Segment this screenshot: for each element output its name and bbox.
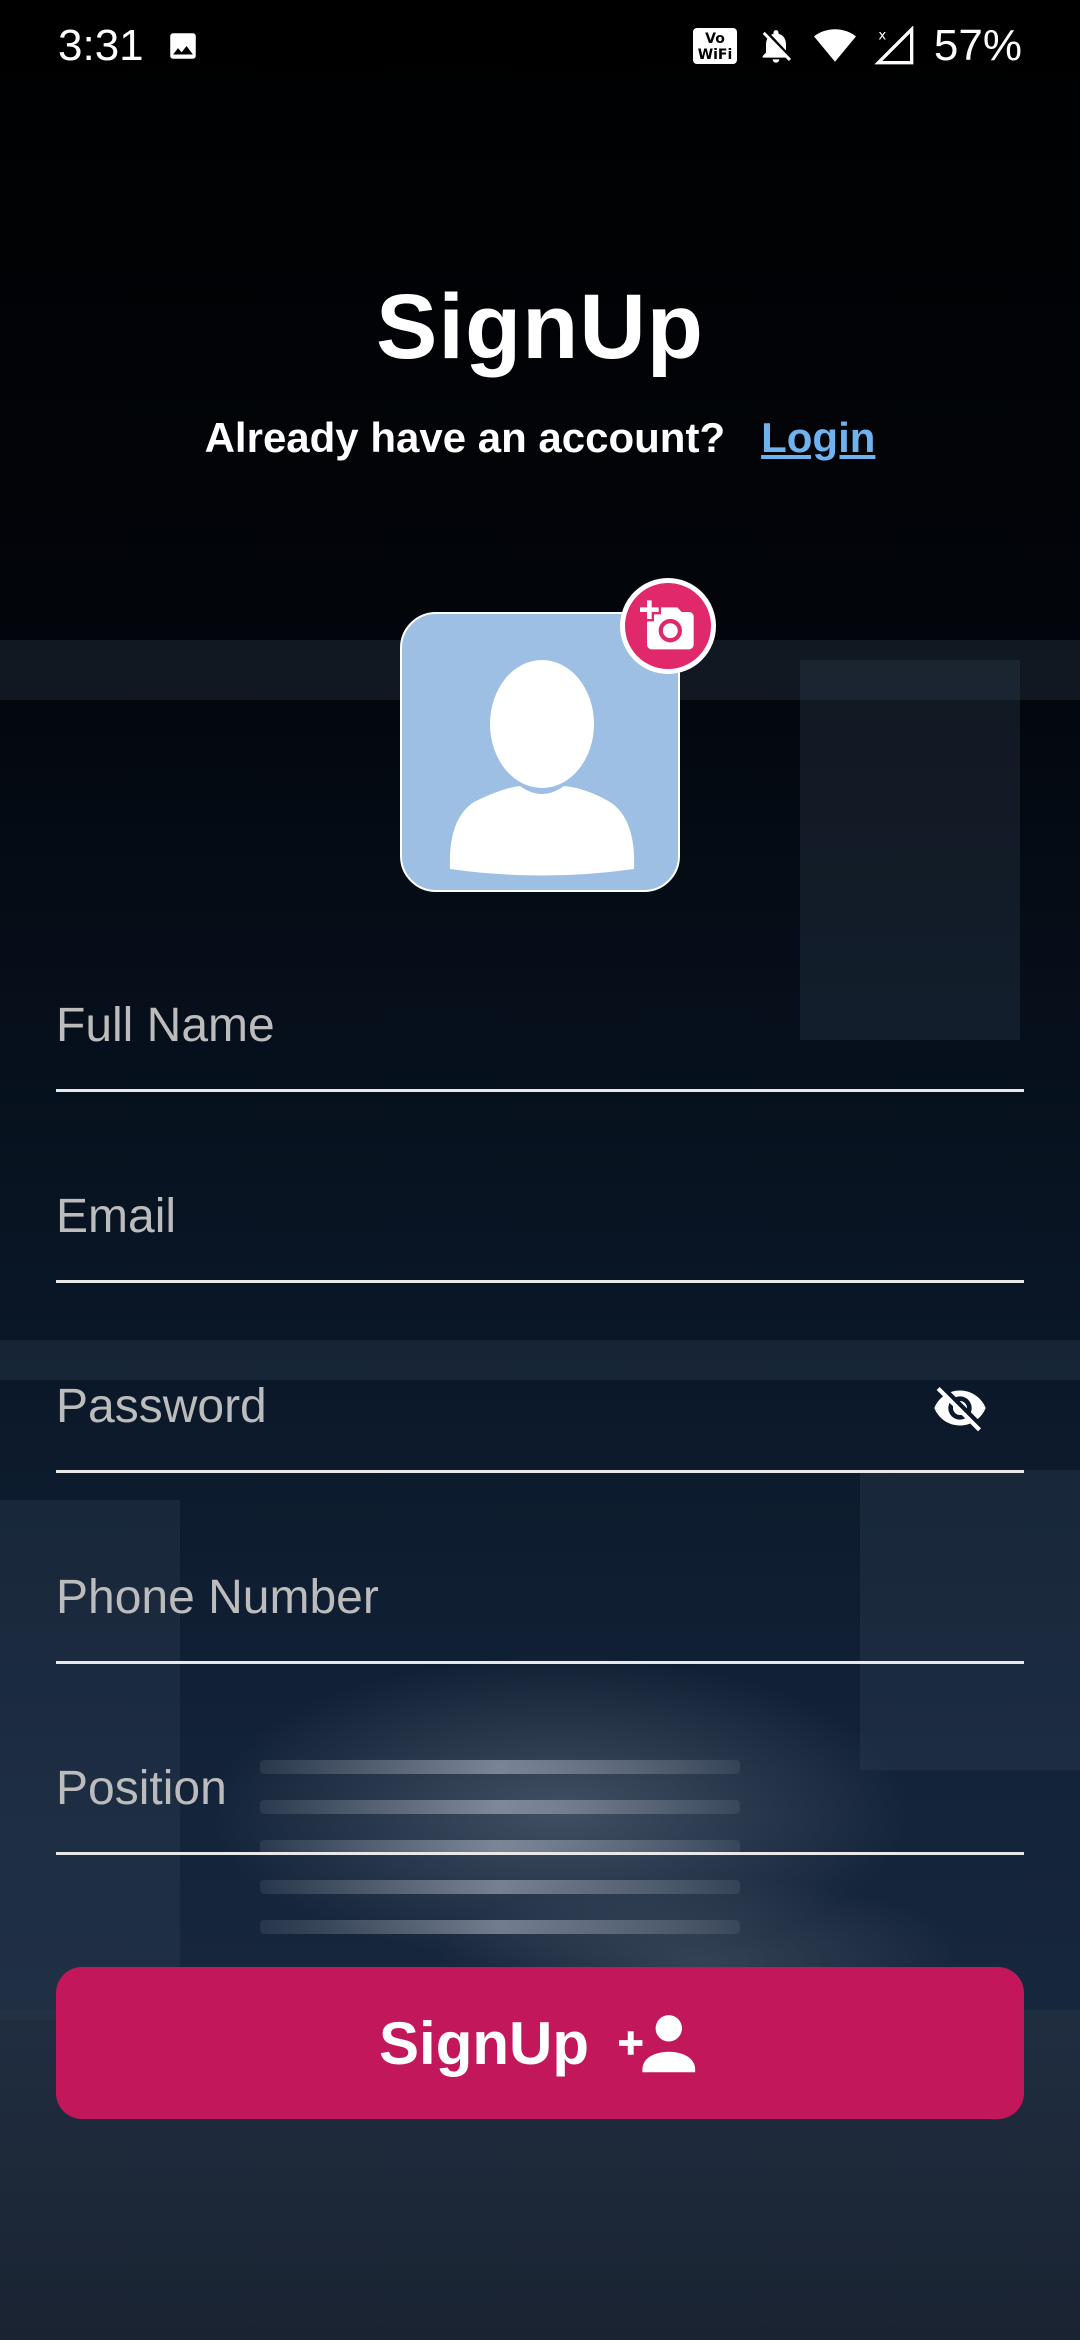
full-name-input[interactable] [56,998,936,1053]
password-field [56,1353,1024,1473]
page-title: SignUp [376,276,704,378]
position-field [56,1735,1024,1855]
image-icon [166,29,200,63]
login-prompt: Already have an account? Login [0,414,1080,462]
add-camera-icon [640,600,694,650]
add-photo-button[interactable] [620,578,716,674]
email-field [56,1163,1024,1283]
login-prompt-text: Already have an account? [204,414,726,461]
battery-percent: 57% [933,21,1022,70]
full-name-field [56,972,1024,1092]
phone-number-field [56,1544,1024,1664]
signal-icon: x [874,26,916,66]
email-input[interactable] [56,1189,936,1244]
password-visibility-toggle[interactable] [928,1380,992,1436]
svg-text:x: x [878,28,886,43]
signup-button-label: SignUp [379,2009,589,2077]
login-link[interactable]: Login [761,414,875,461]
bell-off-icon [756,26,796,66]
password-input[interactable] [56,1379,936,1434]
svg-text:WiFi: WiFi [698,47,733,63]
phone-number-input[interactable] [56,1570,936,1625]
svg-text:Vo: Vo [705,31,725,47]
position-input[interactable] [56,1761,936,1816]
signup-button[interactable]: SignUp [56,1967,1024,2119]
status-time: 3:31 [58,21,144,70]
vowifi-icon: Vo WiFi [692,27,738,65]
person-add-icon [618,2015,696,2073]
wifi-icon [813,28,856,64]
status-bar: 3:31 Vo WiFi x 57% [0,0,1080,92]
eye-off-icon [934,1387,986,1432]
